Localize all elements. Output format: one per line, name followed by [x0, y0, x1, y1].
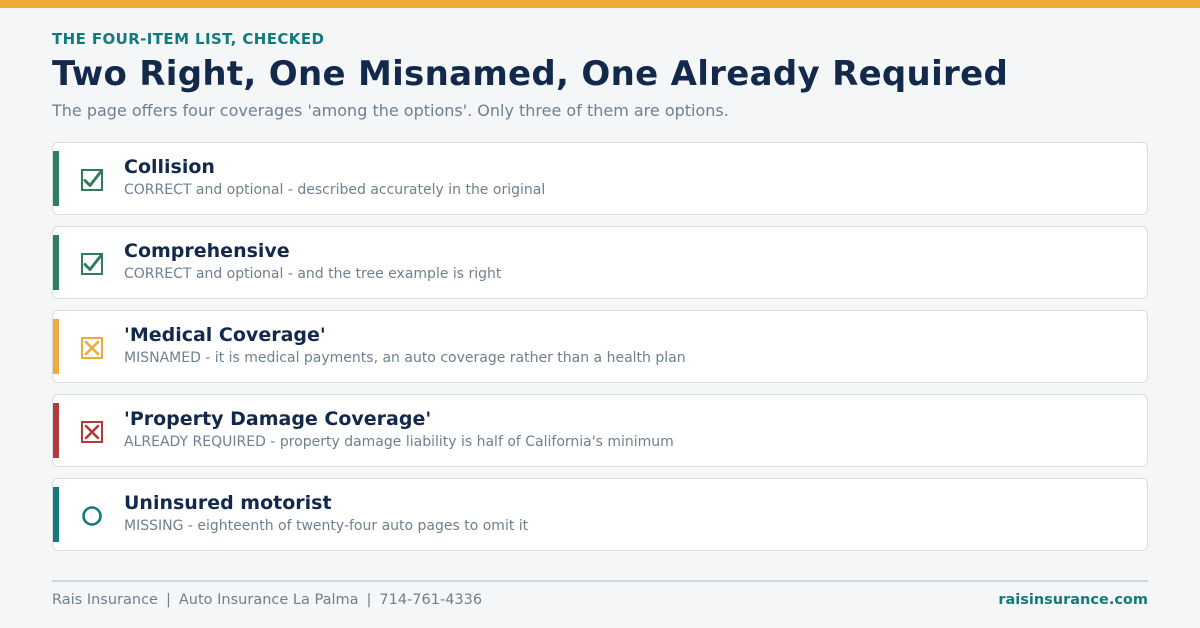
- top-accent-bar: [0, 0, 1200, 8]
- item-accent-bar: [53, 151, 59, 206]
- item-title: Uninsured motorist: [124, 492, 332, 514]
- footer-brand: Rais Insurance: [52, 592, 158, 608]
- footer-separator: |: [165, 592, 171, 608]
- footer-info: Rais Insurance | Auto Insurance La Palma | 7…: [52, 592, 482, 608]
- item-title: 'Property Damage Coverage': [124, 408, 432, 430]
- item-accent-bar: [53, 319, 59, 374]
- item-accent-bar: [53, 235, 59, 290]
- item-description: MISNAMED - it is medical payments, an au…: [124, 350, 686, 366]
- page-subtitle: The page offers four coverages 'among th…: [52, 101, 729, 120]
- item-accent-bar: [53, 487, 59, 542]
- footer-website-link[interactable]: raisinsurance.com: [998, 592, 1148, 608]
- coverage-item-comprehensive: Comprehensive CORRECT and optional - and…: [52, 226, 1148, 299]
- checked-box-icon: [80, 252, 104, 276]
- coverage-item-property-damage: 'Property Damage Coverage' ALREADY REQUI…: [52, 394, 1148, 467]
- coverage-item-medical: 'Medical Coverage' MISNAMED - it is medi…: [52, 310, 1148, 383]
- item-accent-bar: [53, 403, 59, 458]
- coverage-item-uninsured-motorist: Uninsured motorist MISSING - eighteenth …: [52, 478, 1148, 551]
- footer-page-name: Auto Insurance La Palma: [178, 592, 359, 608]
- item-description: MISSING - eighteenth of twenty-four auto…: [124, 518, 529, 534]
- empty-circle-icon: [80, 504, 104, 528]
- crossed-box-icon: [80, 420, 104, 444]
- item-description: CORRECT and optional - and the tree exam…: [124, 266, 502, 282]
- crossed-box-icon: [80, 336, 104, 360]
- item-title: Collision: [124, 156, 215, 178]
- footer-phone: 714-761-4336: [379, 592, 483, 608]
- item-title: Comprehensive: [124, 240, 290, 262]
- item-description: ALREADY REQUIRED - property damage liabi…: [124, 434, 674, 450]
- item-description: CORRECT and optional - described accurat…: [124, 182, 546, 198]
- eyebrow-label: THE FOUR-ITEM LIST, CHECKED: [52, 30, 325, 48]
- coverage-item-collision: Collision CORRECT and optional - describ…: [52, 142, 1148, 215]
- item-title: 'Medical Coverage': [124, 324, 326, 346]
- page-title: Two Right, One Misnamed, One Already Req…: [52, 54, 1009, 94]
- footer-divider: [52, 580, 1148, 582]
- checked-box-icon: [80, 168, 104, 192]
- footer-separator: |: [366, 592, 372, 608]
- coverage-list: Collision CORRECT and optional - describ…: [52, 142, 1148, 562]
